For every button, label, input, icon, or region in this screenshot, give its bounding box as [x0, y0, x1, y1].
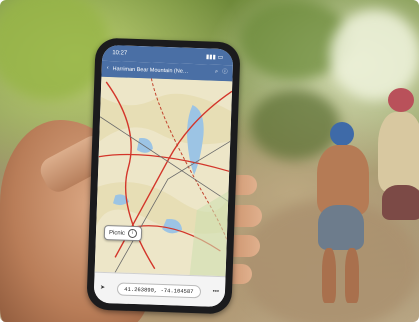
info-icon[interactable]: i [127, 228, 138, 239]
map-title: Harriman Bear Mountain (Ne… [112, 66, 189, 75]
search-icon[interactable]: ⌕ [215, 69, 218, 76]
location-arrow-icon[interactable]: ➤ [100, 285, 105, 291]
more-icon[interactable]: ••• [213, 289, 220, 295]
smartphone: 10:27 ▮▮▮ ▭ ‹ Harriman Bear Mountain (Ne… [86, 37, 241, 315]
phone-screen: 10:27 ▮▮▮ ▭ ‹ Harriman Bear Mountain (Ne… [93, 44, 234, 308]
popup-label: Picnic [108, 229, 126, 237]
bottom-toolbar: ➤ 41.263890, -74.104587 ••• [93, 271, 226, 308]
topo-map[interactable]: Picnic i [94, 76, 233, 278]
coordinates-display[interactable]: 41.263890, -74.104587 [117, 281, 201, 298]
status-time: 10:27 [112, 50, 128, 57]
battery-icon: ▮▮▮ ▭ [205, 53, 224, 61]
back-chevron-icon[interactable]: ‹ [107, 65, 109, 72]
info-icon[interactable]: ⓘ [222, 69, 228, 76]
map-graphic [94, 76, 233, 278]
sky-blur [330, 10, 419, 100]
picnic-popup[interactable]: Picnic i [103, 224, 143, 242]
